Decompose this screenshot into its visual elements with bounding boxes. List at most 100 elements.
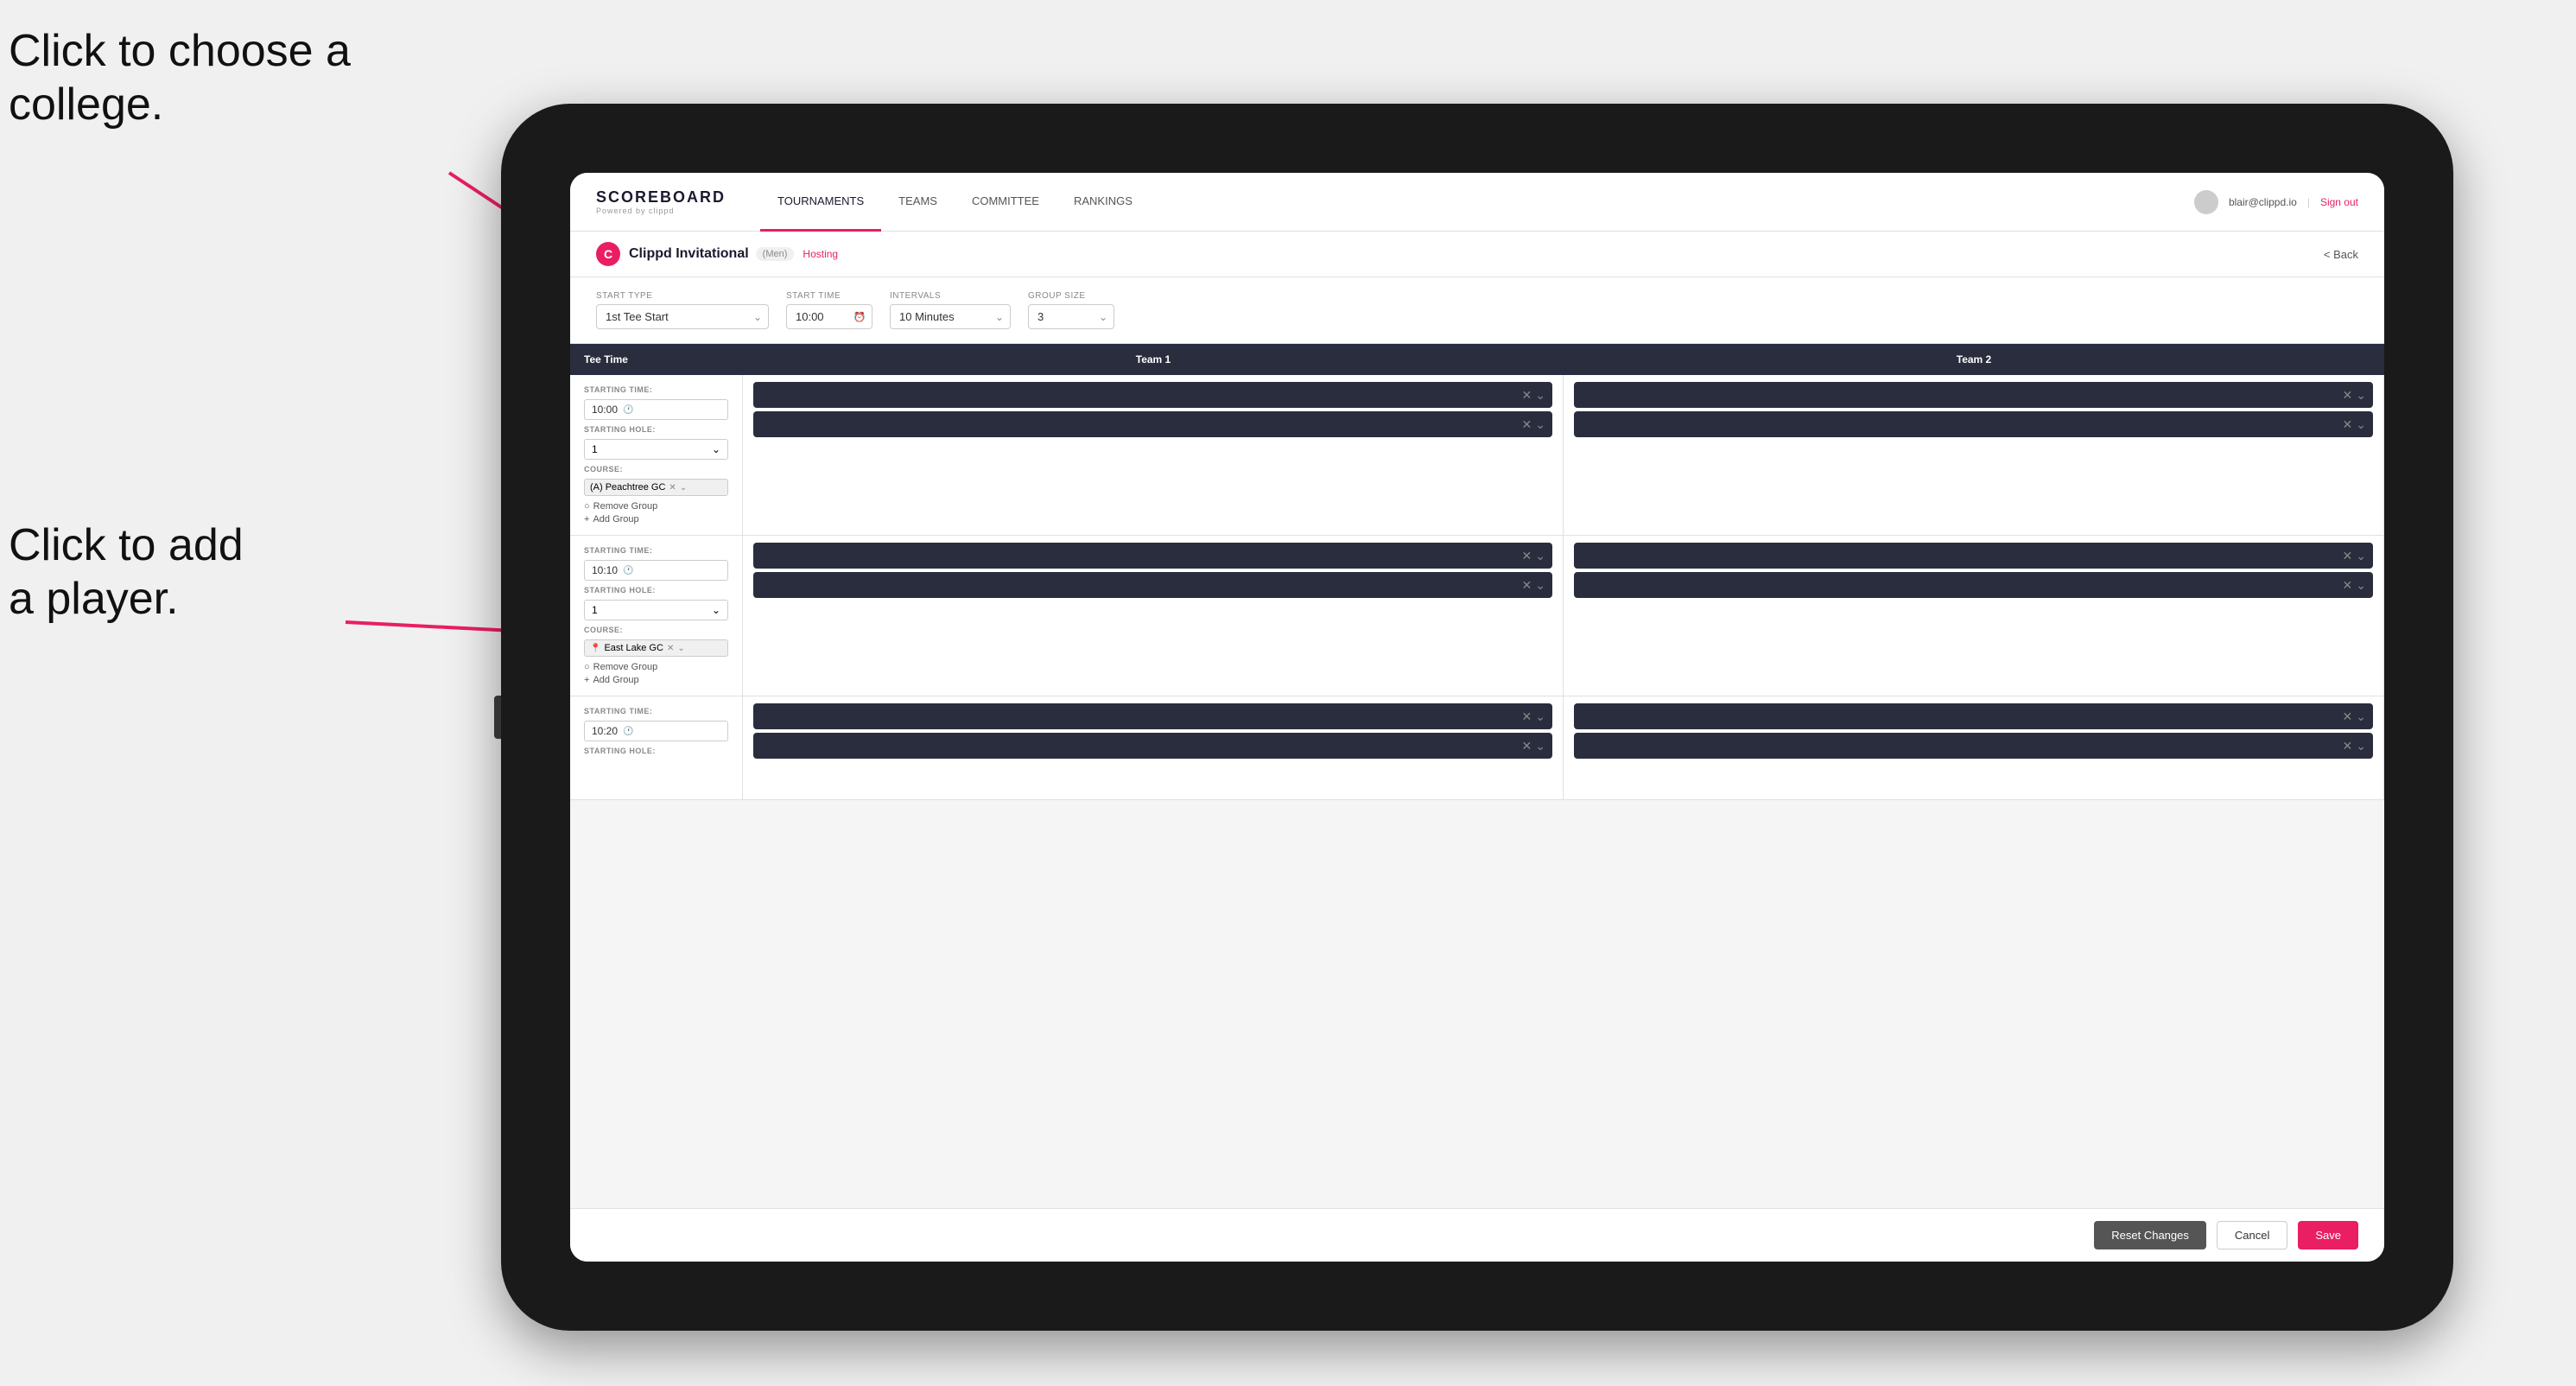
slot-expand-btn-3[interactable]: ⌄ [2356,389,2366,401]
slot-x-btn[interactable]: ✕ [1522,389,1532,401]
slot-expand-btn-10[interactable]: ⌄ [1535,740,1545,752]
slot-x-btn-2[interactable]: ✕ [1522,418,1532,430]
course-chevron-2[interactable]: ⌄ [677,644,684,653]
annotation-add-player: Click to add a player. [9,518,244,626]
remove-group-2[interactable]: ○ Remove Group [584,662,728,672]
slot-expand-btn-2[interactable]: ⌄ [1535,418,1545,430]
start-time-label: Start Time [786,291,872,301]
starting-hole-label-2: STARTING HOLE: [584,586,728,594]
cancel-button[interactable]: Cancel [2217,1221,2287,1249]
slot-x-btn-9[interactable]: ✕ [1522,710,1532,722]
tablet-side-button[interactable] [494,696,501,739]
bottom-bar: Reset Changes Cancel Save [570,1208,2384,1262]
slot-expand-btn-4[interactable]: ⌄ [2356,418,2366,430]
starting-hole-select-1[interactable]: 1 ⌄ [584,439,728,460]
player-slot-5-2[interactable]: ✕ ⌄ [753,733,1552,759]
start-time-input[interactable] [786,304,872,329]
starting-time-input-3[interactable]: 10:20 🕐 [584,721,728,741]
back-button[interactable]: < Back [2324,248,2358,261]
player-slot-3-1[interactable]: ✕ ⌄ [753,543,1552,569]
tablet-device: SCOREBOARD Powered by clippd TOURNAMENTS… [501,104,2453,1331]
save-button[interactable]: Save [2298,1221,2358,1249]
nav-links: TOURNAMENTS TEAMS COMMITTEE RANKINGS [760,173,2194,232]
reset-changes-button[interactable]: Reset Changes [2094,1221,2206,1249]
player-slot-3-2[interactable]: ✕ ⌄ [753,572,1552,598]
clock-icon-1: 🕐 [623,405,633,415]
tee-time-row-1: STARTING TIME: 10:00 🕐 STARTING HOLE: 1 … [570,375,2384,536]
slot-x-btn-5[interactable]: ✕ [1522,550,1532,562]
tee-time-row-2: STARTING TIME: 10:10 🕐 STARTING HOLE: 1 … [570,536,2384,696]
nav-committee[interactable]: COMMITTEE [955,173,1056,232]
course-remove-1[interactable]: ✕ [669,483,676,493]
slot-x-btn-12[interactable]: ✕ [2343,740,2353,752]
tablet-screen: SCOREBOARD Powered by clippd TOURNAMENTS… [570,173,2384,1262]
slot-x-btn-7[interactable]: ✕ [2343,550,2353,562]
slot-expand-btn-12[interactable]: ⌄ [2356,740,2366,752]
player-slot-2-2[interactable]: ✕ ⌄ [1574,411,2373,437]
nav-tournaments[interactable]: TOURNAMENTS [760,173,881,232]
player-slot-5-1[interactable]: ✕ ⌄ [753,703,1552,729]
slot-expand-btn-9[interactable]: ⌄ [1535,710,1545,722]
sign-out-link[interactable]: Sign out [2320,196,2358,208]
slot-x-btn-6[interactable]: ✕ [1522,579,1532,591]
add-icon-2: + [584,675,589,685]
annotation-line1: Click to choose a [9,26,351,76]
slot-expand-btn[interactable]: ⌄ [1535,389,1545,401]
player-slot-4-2[interactable]: ✕ ⌄ [1574,572,2373,598]
start-time-group: Start Time 🕐 [786,291,872,329]
sub-header: C Clippd Invitational (Men) Hosting < Ba… [570,232,2384,277]
col-team2: Team 2 [1564,353,2384,366]
tee-actions-2: ○ Remove Group + Add Group [584,662,728,685]
player-slot-1-1[interactable]: ✕ ⌄ [753,382,1552,408]
start-type-label: Start Type [596,291,769,301]
slot-x-btn-8[interactable]: ✕ [2343,579,2353,591]
intervals-label: Intervals [890,291,1011,301]
course-chevron-1[interactable]: ⌄ [680,483,687,493]
nav-rankings[interactable]: RANKINGS [1056,173,1150,232]
starting-hole-select-2[interactable]: 1 ⌄ [584,600,728,620]
start-type-select-wrapper: 1st Tee Start [596,304,769,329]
tee-actions-1: ○ Remove Group + Add Group [584,501,728,525]
col-tee-time: Tee Time [570,353,743,366]
remove-group-1[interactable]: ○ Remove Group [584,501,728,512]
course-label-1: COURSE: [584,465,728,474]
intervals-select[interactable]: 10 Minutes [890,304,1011,329]
start-type-select[interactable]: 1st Tee Start [596,304,769,329]
slot-expand-btn-6[interactable]: ⌄ [1535,579,1545,591]
starting-time-input-1[interactable]: 10:00 🕐 [584,399,728,420]
tee-time-row-3: STARTING TIME: 10:20 🕐 STARTING HOLE: ✕ … [570,696,2384,800]
group-size-select[interactable]: 3 [1028,304,1114,329]
slot-expand-btn-7[interactable]: ⌄ [2356,550,2366,562]
nav-teams[interactable]: TEAMS [881,173,955,232]
player-slot-4-1[interactable]: ✕ ⌄ [1574,543,2373,569]
slot-x-btn-11[interactable]: ✕ [2343,710,2353,722]
slot-expand-btn-11[interactable]: ⌄ [2356,710,2366,722]
user-avatar [2194,190,2218,214]
slot-expand-btn-5[interactable]: ⌄ [1535,550,1545,562]
starting-time-label-2: STARTING TIME: [584,546,728,555]
starting-hole-label-1: STARTING HOLE: [584,425,728,434]
course-tag-1[interactable]: (A) Peachtree GC ✕ ⌄ [584,479,728,496]
course-label-2: COURSE: [584,626,728,634]
add-group-1[interactable]: + Add Group [584,514,728,525]
starting-hole-label-3: STARTING HOLE: [584,747,728,755]
tee-left-1: STARTING TIME: 10:00 🕐 STARTING HOLE: 1 … [570,375,743,535]
remove-icon-2: ○ [584,662,590,672]
slot-x-btn-10[interactable]: ✕ [1522,740,1532,752]
group-size-select-wrapper: 3 [1028,304,1114,329]
course-remove-2[interactable]: ✕ [667,644,674,653]
brand-subtitle: Powered by clippd [596,207,726,215]
player-slot-6-1[interactable]: ✕ ⌄ [1574,703,2373,729]
player-slot-2-1[interactable]: ✕ ⌄ [1574,382,2373,408]
slot-expand-btn-8[interactable]: ⌄ [2356,579,2366,591]
starting-time-input-2[interactable]: 10:10 🕐 [584,560,728,581]
course-tag-2[interactable]: 📍 East Lake GC ✕ ⌄ [584,639,728,657]
player-slot-1-2[interactable]: ✕ ⌄ [753,411,1552,437]
clock-icon-3: 🕐 [623,727,633,736]
player-slot-6-2[interactable]: ✕ ⌄ [1574,733,2373,759]
slot-x-btn-3[interactable]: ✕ [2343,389,2353,401]
slot-x-btn-4[interactable]: ✕ [2343,418,2353,430]
start-type-group: Start Type 1st Tee Start [596,291,769,329]
clock-icon: 🕐 [853,311,866,322]
add-group-2[interactable]: + Add Group [584,675,728,685]
